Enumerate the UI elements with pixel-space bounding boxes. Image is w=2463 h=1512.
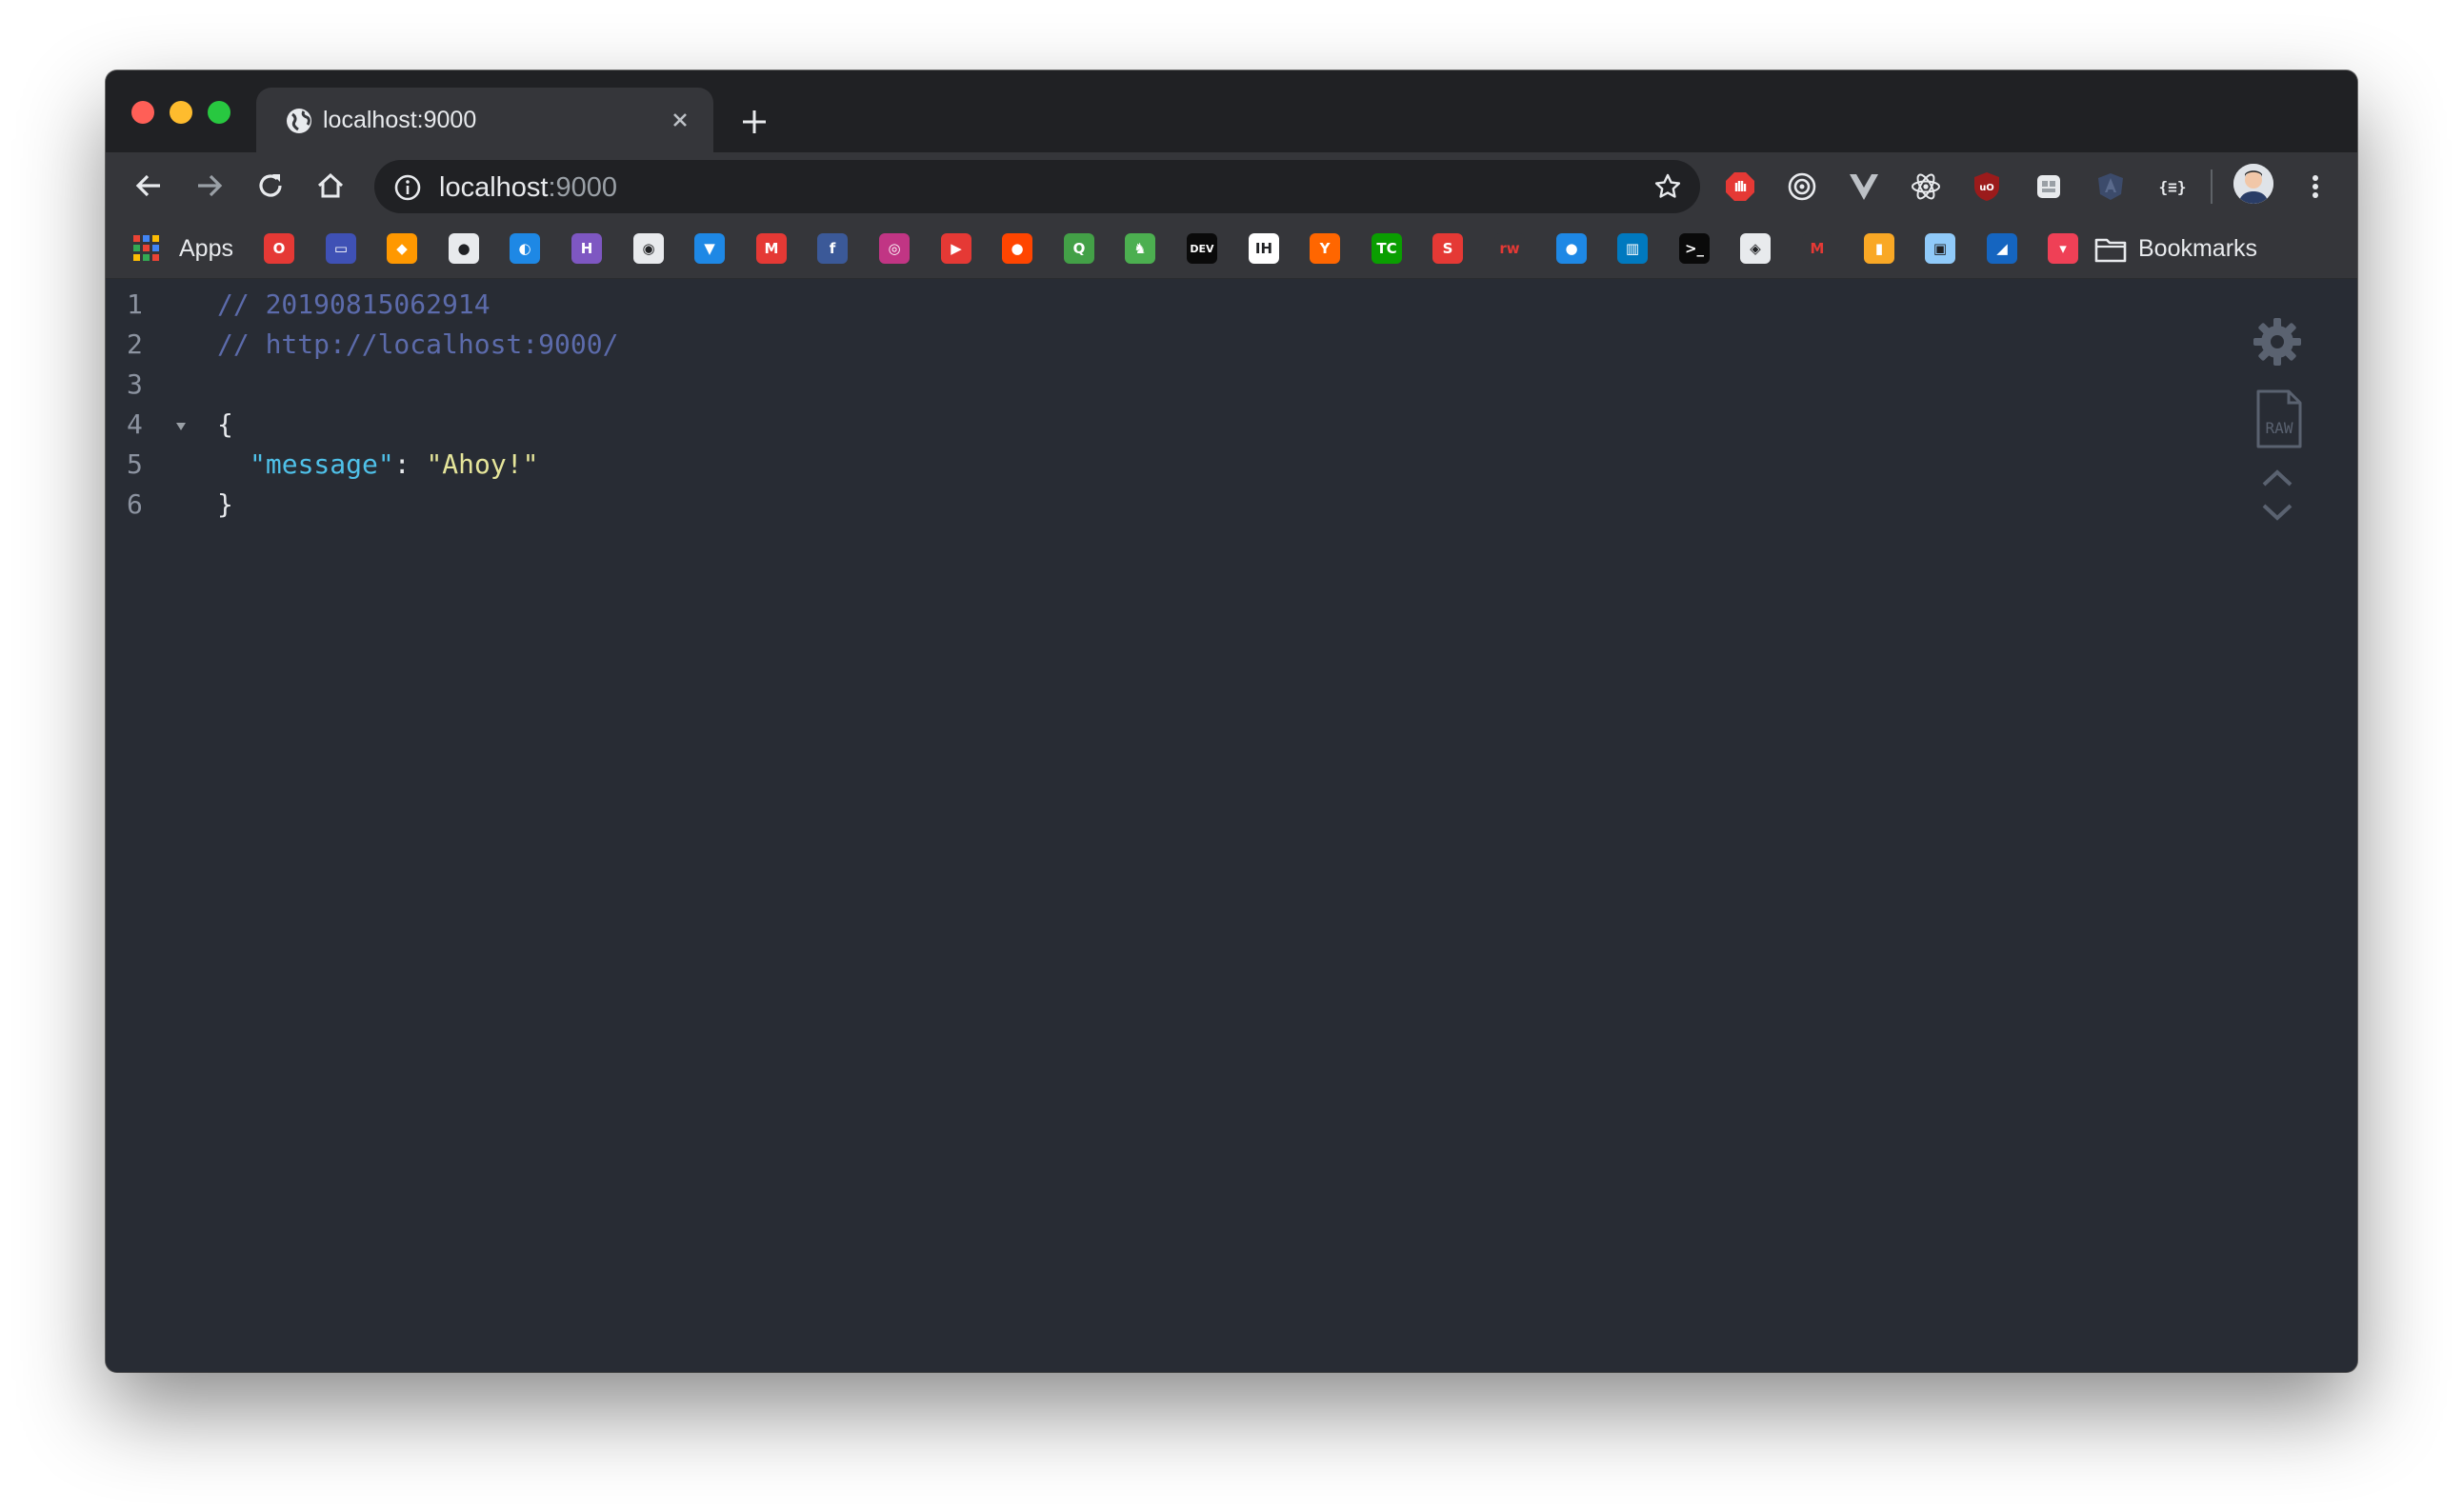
- code-line-2: 2 // http://localhost:9000/: [106, 328, 1058, 368]
- analytics-bookmark-icon[interactable]: ▮: [1864, 233, 1894, 264]
- gmail-bookmark-icon[interactable]: M: [756, 233, 787, 264]
- code-line-3: 3: [106, 368, 1058, 408]
- globe-icon: [287, 109, 311, 133]
- browser-window: localhost:9000 localhost:9000 uO {≡} App…: [106, 70, 2357, 1372]
- aws-box-bookmark-icon[interactable]: ◆: [387, 233, 417, 264]
- medium-like-bookmark-icon[interactable]: M: [1802, 233, 1832, 264]
- bookmarks-bar: Apps O ▭ ◆ ● ◐ H ◉ ▼ Mf ◎ ▶ ● Q ♞ DEV IH Y TC Srw ● ▥ >_ ◈ M ▮ ▣ ◢…: [106, 219, 2357, 279]
- bookmarks-folder-label[interactable]: Bookmarks: [2138, 235, 2257, 263]
- browser-toolbar: localhost:9000 uO {≡}: [106, 152, 2357, 219]
- home-icon[interactable]: [311, 167, 350, 205]
- react-devtools-extension-icon[interactable]: [1910, 170, 1942, 203]
- code-line-5: 5 "message": "Ahoy!": [106, 448, 1058, 488]
- json-key: "message": [250, 448, 394, 480]
- azure-bookmark-icon[interactable]: ◢: [1987, 233, 2017, 264]
- github-bookmark-icon[interactable]: ◉: [633, 233, 664, 264]
- url-port: :9000: [548, 172, 618, 203]
- zoom-window-button[interactable]: [208, 101, 230, 124]
- json-value: "Ahoy!": [426, 448, 539, 480]
- digitalocean-bookmark-icon[interactable]: ◐: [510, 233, 540, 264]
- toolbar-separator: [2211, 169, 2213, 204]
- trello-like-bookmark-icon[interactable]: ▭: [326, 233, 356, 264]
- bitbucket-bookmark-icon[interactable]: ▼: [694, 233, 725, 264]
- tab-title: localhost:9000: [323, 107, 477, 133]
- scribd-bookmark-icon[interactable]: S: [1432, 233, 1463, 264]
- apps-grid-icon[interactable]: [131, 233, 162, 264]
- opera-bookmark-icon[interactable]: O: [264, 233, 294, 264]
- hackernews-bookmark-icon[interactable]: Y: [1310, 233, 1340, 264]
- terminal-bookmark-icon[interactable]: >_: [1679, 233, 1710, 264]
- timestamp-comment: // 20190815062914: [217, 288, 491, 320]
- instagram-bookmark-icon[interactable]: ◎: [879, 233, 910, 264]
- url-text[interactable]: localhost:9000: [439, 172, 617, 204]
- address-bar[interactable]: localhost:9000: [374, 160, 1700, 213]
- line-number: 2: [127, 328, 143, 360]
- gear-icon[interactable]: [2251, 315, 2304, 368]
- panda-bookmark-icon[interactable]: ●: [449, 233, 479, 264]
- heroku-bookmark-icon[interactable]: H: [571, 233, 602, 264]
- devto-bookmark-icon[interactable]: DEV: [1187, 233, 1217, 264]
- folder-icon[interactable]: [2093, 235, 2128, 264]
- json-entry: "message": "Ahoy!": [250, 448, 538, 480]
- youtube-bookmark-icon[interactable]: ▶: [941, 233, 971, 264]
- reload-icon[interactable]: [251, 167, 290, 205]
- android-bookmark-icon[interactable]: ♞: [1125, 233, 1155, 264]
- svg-text:{≡}: {≡}: [2159, 178, 2187, 196]
- svg-text:uO: uO: [1979, 183, 1994, 193]
- json-viewer-extension-icon[interactable]: {≡}: [2156, 170, 2189, 203]
- apps-label[interactable]: Apps: [179, 235, 233, 263]
- pocket-bookmark-icon[interactable]: ▾: [2048, 233, 2078, 264]
- line-number: 4: [127, 408, 143, 440]
- kebab-menu-icon[interactable]: [2306, 168, 2325, 206]
- url-comment: // http://localhost:9000/: [217, 328, 619, 360]
- angular-extension-icon[interactable]: [2094, 170, 2127, 203]
- url-host: localhost: [439, 172, 549, 203]
- new-tab-plus-icon[interactable]: [738, 106, 771, 138]
- forward-arrow-icon[interactable]: [190, 167, 229, 205]
- codepen-bookmark-icon[interactable]: ◈: [1740, 233, 1771, 264]
- briefcase-bookmark-icon[interactable]: ▣: [1925, 233, 1955, 264]
- profile-avatar-icon: [2233, 164, 2273, 204]
- adblock-extension-icon[interactable]: [1724, 170, 1756, 203]
- line-number: 3: [127, 368, 143, 400]
- vue-devtools-extension-icon[interactable]: [1848, 170, 1880, 203]
- collapse-down-icon[interactable]: [2258, 500, 2296, 525]
- feedly-bookmark-icon[interactable]: Q: [1064, 233, 1094, 264]
- json-colon: :: [393, 448, 427, 480]
- raywenderlich-bookmark-icon[interactable]: rw: [1494, 233, 1525, 264]
- code-line-1: 1 // 20190815062914: [106, 288, 1058, 328]
- line-number: 1: [127, 288, 143, 320]
- line-number: 5: [127, 448, 143, 480]
- code-line-6: 6 }: [106, 488, 1058, 528]
- collapse-up-icon[interactable]: [2258, 466, 2296, 490]
- indiehackers-bookmark-icon[interactable]: IH: [1249, 233, 1279, 264]
- back-arrow-icon[interactable]: [130, 167, 168, 205]
- generic-extension-icon[interactable]: [2032, 170, 2065, 203]
- svg-text:RAW: RAW: [2266, 419, 2293, 437]
- open-brace: {: [217, 408, 233, 440]
- facebook-bookmark-icon[interactable]: f: [817, 233, 848, 264]
- tab-strip: localhost:9000: [106, 70, 2357, 152]
- info-icon[interactable]: [393, 173, 422, 202]
- close-window-button[interactable]: [131, 101, 154, 124]
- tab-localhost[interactable]: localhost:9000: [256, 88, 713, 152]
- json-viewer: 1 // 20190815062914 2 // http://localhos…: [106, 279, 2357, 1372]
- raw-file-icon[interactable]: RAW: [2254, 389, 2304, 450]
- star-icon[interactable]: [1652, 171, 1683, 202]
- reddit-bookmark-icon[interactable]: ●: [1002, 233, 1032, 264]
- drop-bookmark-icon[interactable]: ●: [1556, 233, 1587, 264]
- avatar[interactable]: [2233, 164, 2273, 204]
- fold-toggle-icon[interactable]: [174, 420, 188, 433]
- techcrunch-bookmark-icon[interactable]: TC: [1372, 233, 1402, 264]
- minimize-window-button[interactable]: [170, 101, 192, 124]
- close-brace: }: [217, 488, 233, 520]
- close-icon[interactable]: [666, 106, 694, 134]
- code-line-4: 4 {: [106, 408, 1058, 448]
- ublock-origin-extension-icon[interactable]: uO: [1971, 170, 2003, 203]
- target-extension-icon[interactable]: [1786, 170, 1818, 203]
- line-number: 6: [127, 488, 143, 520]
- trello-bookmark-icon[interactable]: ▥: [1617, 233, 1648, 264]
